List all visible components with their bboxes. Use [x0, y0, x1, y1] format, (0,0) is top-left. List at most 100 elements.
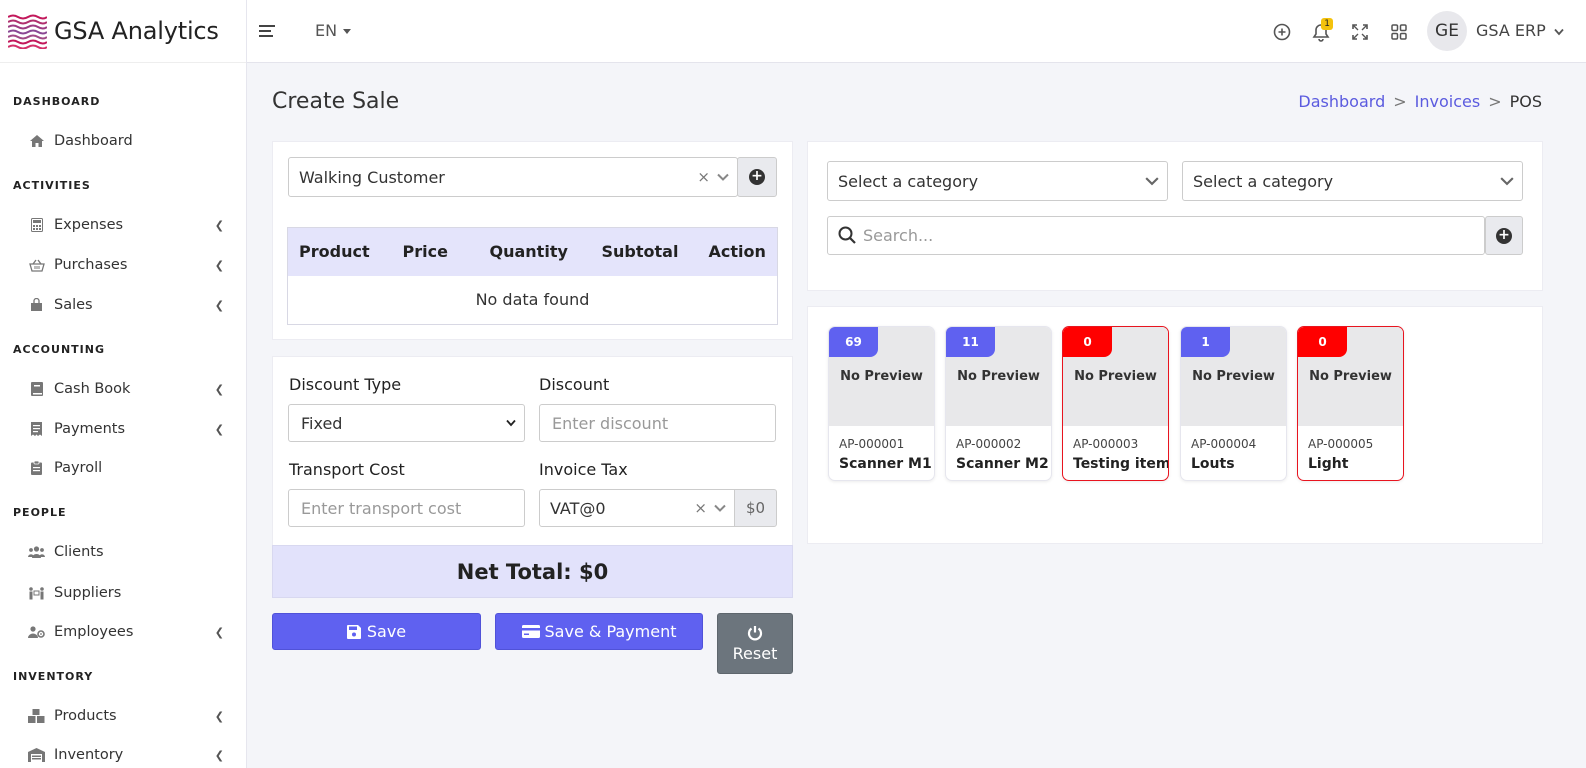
- product-thumbnail: 69 No Preview: [829, 327, 934, 426]
- sidebar-item-dashboard[interactable]: Dashboard: [28, 130, 224, 152]
- chevron-down-icon: [506, 419, 516, 427]
- shopping-bag-icon: [28, 298, 45, 313]
- transport-cost-input[interactable]: Enter transport cost: [288, 489, 525, 527]
- product-card[interactable]: 0 No Preview AP-000005 Light: [1297, 326, 1404, 481]
- breadcrumb-current: POS: [1509, 92, 1542, 111]
- discount-placeholder: Enter discount: [552, 413, 669, 433]
- breadcrumb-separator: >: [1393, 92, 1407, 111]
- clear-customer-icon[interactable]: ×: [697, 168, 710, 186]
- sidebar-item-label: Sales: [54, 297, 93, 313]
- column-header-price: Price: [391, 227, 479, 276]
- sidebar-item-label: Employees: [54, 624, 134, 640]
- stock-badge: 11: [946, 327, 995, 357]
- book-icon: [28, 382, 45, 397]
- brand-logo-icon: [8, 14, 47, 49]
- fullscreen-icon[interactable]: [1350, 22, 1370, 42]
- sidebar-item-employees[interactable]: Employees ❮: [28, 621, 224, 643]
- category-select-2-value: Select a category: [1193, 171, 1334, 191]
- column-header-action: Action: [697, 227, 778, 276]
- save-payment-button[interactable]: Save & Payment: [495, 613, 703, 650]
- section-title-people: PEOPLE: [13, 506, 67, 519]
- notification-badge: 1: [1321, 18, 1333, 30]
- sidebar-item-inventory[interactable]: Inventory ❮: [28, 744, 224, 766]
- language-selector[interactable]: EN: [315, 21, 352, 40]
- no-preview-text: No Preview: [840, 369, 923, 384]
- product-code: AP-000004: [1191, 437, 1257, 451]
- bell-icon[interactable]: 1: [1311, 18, 1333, 42]
- category-select-2[interactable]: Select a category: [1182, 161, 1523, 201]
- users-icon: [28, 545, 45, 560]
- sidebar-item-products[interactable]: Products ❮: [28, 705, 224, 727]
- sidebar-item-label: Clients: [54, 544, 104, 560]
- product-thumbnail: 11 No Preview: [946, 327, 1051, 426]
- sidebar-item-label: Dashboard: [54, 133, 133, 149]
- product-card[interactable]: 1 No Preview AP-000004 Louts: [1180, 326, 1287, 481]
- transport-cost-label: Transport Cost: [289, 460, 405, 479]
- product-thumbnail: 0 No Preview: [1063, 327, 1168, 426]
- boxes-icon: [28, 709, 45, 724]
- breadcrumb-dashboard[interactable]: Dashboard: [1298, 92, 1385, 111]
- topbar: EN 1 GE GSA ERP: [247, 0, 1586, 63]
- sidebar-item-expenses[interactable]: Expenses ❮: [28, 214, 224, 236]
- product-name: Scanner M2: [956, 456, 1049, 472]
- no-preview-text: No Preview: [957, 369, 1040, 384]
- add-circle-icon[interactable]: [1272, 22, 1292, 42]
- net-total-label: Net Total:: [456, 559, 572, 584]
- transport-cost-placeholder: Enter transport cost: [301, 498, 462, 518]
- save-button[interactable]: Save: [272, 613, 481, 650]
- page-title: Create Sale: [272, 89, 400, 114]
- apps-grid-icon[interactable]: [1389, 22, 1409, 42]
- sidebar-item-purchases[interactable]: Purchases ❮: [28, 254, 224, 276]
- user-menu[interactable]: GSA ERP: [1476, 21, 1564, 40]
- discount-label: Discount: [539, 375, 610, 394]
- save-payment-label: Save & Payment: [544, 622, 677, 641]
- add-product-button[interactable]: +: [1485, 216, 1523, 255]
- net-total: Net Total: $0: [272, 545, 793, 598]
- chevron-down-icon: [1500, 177, 1514, 186]
- credit-card-icon: [521, 625, 540, 638]
- sidebar-item-clients[interactable]: Clients: [28, 541, 224, 563]
- search-input[interactable]: Search...: [827, 216, 1485, 255]
- breadcrumb-invoices[interactable]: Invoices: [1415, 92, 1481, 111]
- no-preview-text: No Preview: [1192, 369, 1275, 384]
- clipboard-icon: [28, 461, 45, 476]
- product-card[interactable]: 0 No Preview AP-000003 Testing item: [1062, 326, 1169, 481]
- sidebar-item-label: Products: [54, 708, 117, 724]
- plus-circle-icon: +: [749, 169, 765, 185]
- customer-select-value: Walking Customer: [299, 167, 445, 187]
- product-name: Light: [1308, 456, 1349, 472]
- save-icon: [346, 624, 361, 639]
- add-customer-button[interactable]: +: [737, 157, 777, 197]
- clear-tax-icon[interactable]: ×: [694, 499, 707, 517]
- sidebar-item-payments[interactable]: Payments ❮: [28, 418, 224, 440]
- product-card[interactable]: 69 No Preview AP-000001 Scanner M1: [828, 326, 935, 481]
- chevron-down-icon: [717, 173, 729, 181]
- menu-toggle-icon[interactable]: [259, 25, 275, 40]
- sidebar-item-payroll[interactable]: Payroll: [28, 457, 224, 479]
- brand[interactable]: GSA Analytics: [0, 0, 246, 63]
- chevron-left-icon: ❮: [214, 748, 224, 762]
- avatar[interactable]: GE: [1427, 11, 1467, 51]
- sidebar-item-sales[interactable]: Sales ❮: [28, 294, 224, 316]
- section-title-accounting: ACCOUNTING: [13, 343, 105, 356]
- no-preview-text: No Preview: [1074, 369, 1157, 384]
- discount-input[interactable]: Enter discount: [539, 404, 776, 442]
- sidebar-item-label: Inventory: [54, 747, 124, 763]
- discount-type-select[interactable]: Fixed: [288, 404, 525, 442]
- product-code: AP-000002: [956, 437, 1022, 451]
- save-label: Save: [366, 622, 407, 641]
- product-code: AP-000001: [839, 437, 905, 451]
- product-card[interactable]: 11 No Preview AP-000002 Scanner M2: [945, 326, 1052, 481]
- customer-select[interactable]: Walking Customer ×: [288, 157, 738, 197]
- chevron-left-icon: ❮: [214, 709, 224, 723]
- net-total-value: $0: [579, 559, 609, 584]
- sidebar-item-suppliers[interactable]: Suppliers: [28, 582, 224, 604]
- category-select-1[interactable]: Select a category: [827, 161, 1168, 201]
- chevron-left-icon: ❮: [214, 625, 224, 639]
- invoice-tax-select[interactable]: VAT@0 ×: [539, 489, 735, 527]
- sidebar-item-cash-book[interactable]: Cash Book ❮: [28, 378, 224, 400]
- stock-badge: 1: [1181, 327, 1230, 357]
- category-select-1-value: Select a category: [838, 171, 979, 191]
- reset-button[interactable]: Reset: [717, 613, 793, 674]
- chevron-left-icon: ❮: [214, 422, 224, 436]
